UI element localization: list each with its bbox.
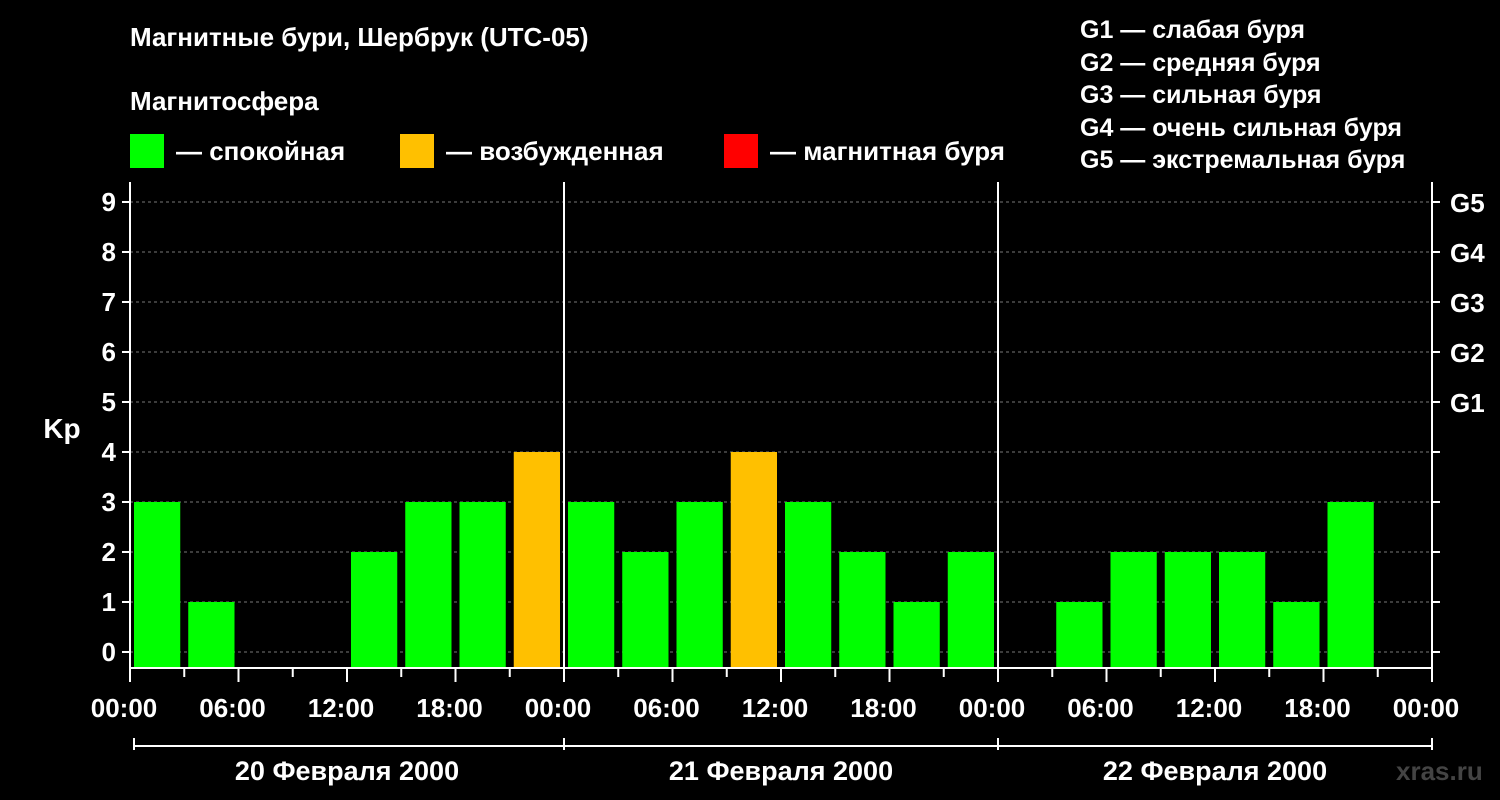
kp-bar — [676, 502, 723, 668]
kp-bar — [1164, 552, 1211, 668]
y-tick-label: 2 — [102, 537, 116, 567]
kp-bar — [1219, 552, 1266, 668]
x-tick-label: 00:00 — [91, 693, 158, 723]
g-scale-label: G1 — [1450, 388, 1485, 418]
kp-bar — [785, 502, 832, 668]
day-label: 21 Февраля 2000 — [669, 756, 893, 786]
g-scale-label: G4 — [1450, 238, 1485, 268]
x-tick-label: 00:00 — [525, 693, 592, 723]
kp-bar — [1110, 552, 1157, 668]
y-tick-label: 8 — [102, 237, 116, 267]
kp-chart: 0 1 2 3 4 5 6 7 8 9 G1 G2 G3 G4 G5 Kp 00:00 06:00 12:00 18:… — [43, 182, 1485, 786]
x-tick-label: 06:00 — [199, 693, 266, 723]
kp-bar — [513, 452, 560, 668]
y-tick-label: 1 — [102, 587, 116, 617]
kp-bar — [459, 502, 506, 668]
x-tick-label: 18:00 — [1284, 693, 1351, 723]
kp-bar — [893, 602, 940, 668]
kp-bar — [134, 502, 181, 668]
y-tick-label: 9 — [102, 187, 116, 217]
day-label: 22 Февраля 2000 — [1103, 756, 1327, 786]
x-tick-label: 06:00 — [633, 693, 700, 723]
y-tick-label: 7 — [102, 287, 116, 317]
y-tick-label: 6 — [102, 337, 116, 367]
x-tick-label: 12:00 — [308, 693, 375, 723]
kp-bar — [351, 552, 398, 668]
kp-bar — [622, 552, 669, 668]
x-tick-label: 18:00 — [850, 693, 917, 723]
x-tick-label: 00:00 — [1393, 693, 1460, 723]
y-tick-label: 3 — [102, 487, 116, 517]
x-tick-label: 12:00 — [742, 693, 809, 723]
g-scale-label: G2 — [1450, 338, 1485, 368]
kp-bar — [188, 602, 235, 668]
y-axis-label: Kp — [43, 413, 80, 444]
x-tick-label: 12:00 — [1176, 693, 1243, 723]
day-label: 20 Февраля 2000 — [235, 756, 459, 786]
kp-bar — [947, 552, 994, 668]
y-tick-label: 0 — [102, 637, 116, 667]
y-tick-label: 5 — [102, 387, 116, 417]
g-scale-label: G3 — [1450, 288, 1485, 318]
g-scale-label: G5 — [1450, 188, 1485, 218]
x-tick-label: 00:00 — [959, 693, 1026, 723]
watermark: xras.ru — [1396, 756, 1483, 786]
kp-bar — [1327, 502, 1374, 668]
kp-bar — [1273, 602, 1320, 668]
kp-bar — [405, 502, 452, 668]
kp-bar — [839, 552, 886, 668]
y-tick-label: 4 — [102, 437, 117, 467]
x-tick-label: 18:00 — [416, 693, 483, 723]
kp-bar — [568, 502, 615, 668]
kp-bar — [1056, 602, 1103, 668]
x-tick-label: 06:00 — [1067, 693, 1134, 723]
kp-bar — [730, 452, 777, 668]
